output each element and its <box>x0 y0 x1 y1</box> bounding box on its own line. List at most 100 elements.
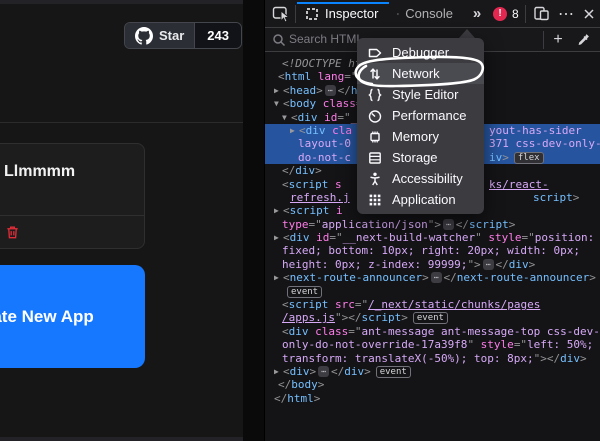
code-token: next-route-announcer <box>457 271 589 284</box>
code-token: < <box>299 124 306 137</box>
app-card[interactable]: Llmmmm <box>0 143 145 249</box>
create-new-app-button[interactable]: Create New App <box>0 265 145 368</box>
error-count-button[interactable]: ! 8 <box>493 0 519 27</box>
error-count-value: 8 <box>512 7 519 21</box>
error-badge-icon: ! <box>493 7 507 21</box>
menu-item-performance[interactable]: Performance <box>357 105 484 126</box>
code-token: div <box>509 258 529 271</box>
code-token: src <box>328 298 355 311</box>
code-token: </ <box>547 352 560 365</box>
delete-app-button[interactable] <box>3 223 21 241</box>
markup-line[interactable]: type="application/json">⋯</script> <box>265 218 600 231</box>
code-token: class <box>309 325 349 338</box>
badge: flex <box>514 152 544 164</box>
code-token: div <box>289 325 309 338</box>
markup-line[interactable]: event <box>265 285 600 298</box>
code-token: div <box>290 231 310 244</box>
menu-item-memory[interactable]: Memory <box>357 126 484 147</box>
tab-inspector[interactable]: Inspector <box>297 0 389 27</box>
responsive-design-mode-button[interactable] <box>529 0 553 27</box>
menu-item-accessibility[interactable]: Accessibility <box>357 168 484 189</box>
menu-item-label: Application <box>392 192 456 207</box>
pick-element-button[interactable] <box>269 0 293 27</box>
code-token: </ <box>496 258 509 271</box>
code-token: html <box>285 70 312 83</box>
code-token: > <box>310 365 317 378</box>
markup-line[interactable]: only-do-not-override-17a39f8" style="lef… <box>265 338 600 351</box>
twisty-icon[interactable]: ▼ <box>274 97 283 110</box>
markup-line[interactable]: fixed; bottom: 10px; right: 20px; width:… <box>265 244 600 257</box>
menu-item-style-editor[interactable]: Style Editor <box>357 84 484 105</box>
twisty-icon[interactable]: ▼ <box>282 111 291 124</box>
markup-line[interactable]: ▶<next-route-announcer>⋯</next-route-ann… <box>265 271 600 284</box>
code-token: > <box>502 151 509 164</box>
code-token: div <box>560 352 580 365</box>
code-token: height: 0px; z-index: 99999; <box>282 258 467 271</box>
markup-line[interactable]: transform: translateX(-50%); top: 8px;">… <box>265 352 600 365</box>
menu-item-application[interactable]: Application <box>357 189 484 210</box>
accessibility-icon <box>367 171 383 187</box>
more-tabs-button[interactable]: » <box>463 0 489 27</box>
badge: event <box>376 366 411 378</box>
pick-element-icon <box>272 5 291 23</box>
menu-item-label: Network <box>392 66 440 81</box>
debugger-icon <box>367 45 383 61</box>
code-token: < <box>283 97 290 110</box>
search-placeholder: Search HTML <box>289 32 363 46</box>
code-token: script <box>361 311 401 324</box>
code-token: =" <box>329 231 342 244</box>
markup-line[interactable]: ▶<div>⋯</div>event <box>265 365 600 378</box>
web-page: Star 243 Llmmmm Create New App <box>0 0 243 441</box>
code-token: </ <box>282 164 295 177</box>
twisty-icon[interactable]: ▶ <box>290 124 299 137</box>
style-editor-icon <box>367 87 383 103</box>
markup-line-fragment: ks/react- <box>489 178 549 191</box>
code-token: left: 50%; <box>527 338 593 351</box>
menu-item-debugger[interactable]: Debugger <box>357 42 484 63</box>
code-token: next-route-announcer <box>290 271 422 284</box>
code-token: script <box>290 204 330 217</box>
markup-line[interactable]: </body> <box>265 378 600 391</box>
code-token: transform: translateX(-50%); top: 8px; <box>282 352 534 365</box>
plus-icon: + <box>553 31 562 49</box>
code-token: "></ <box>335 311 362 324</box>
code-token: "> <box>534 352 547 365</box>
code-token: /_next/static/chunks/pages <box>368 298 540 311</box>
markup-line[interactable]: height: 0px; z-index: 99999;">⋯</div> <box>265 258 600 271</box>
page-bottom-strip <box>0 437 243 441</box>
menu-item-storage[interactable]: Storage <box>357 147 484 168</box>
markup-line[interactable]: <script src="/_next/static/chunks/pages <box>265 298 600 311</box>
twisty-icon[interactable]: ▶ <box>274 231 283 244</box>
menu-item-label: Style Editor <box>392 87 458 102</box>
close-icon <box>583 8 595 20</box>
github-star-count[interactable]: 243 <box>195 23 241 48</box>
badge: ⋯ <box>431 272 442 283</box>
eyedropper-button[interactable] <box>571 28 595 51</box>
twisty-icon[interactable]: ▶ <box>274 204 283 217</box>
markup-line[interactable]: <div class="ant-message ant-message-top … <box>265 325 600 338</box>
markup-line[interactable]: /apps.js"></script>event <box>265 311 600 324</box>
menu-item-network[interactable]: Network <box>357 63 484 84</box>
tab-console[interactable]: Console <box>389 0 461 27</box>
github-star-button[interactable]: Star 243 <box>124 22 242 49</box>
add-node-button[interactable]: + <box>547 28 569 51</box>
code-token: " <box>475 231 482 244</box>
code-token: div <box>295 164 315 177</box>
badge: ⋯ <box>483 259 494 270</box>
twisty-icon[interactable]: ▶ <box>274 84 283 97</box>
code-token: > <box>314 392 321 405</box>
twisty-icon[interactable]: ▶ <box>274 271 283 284</box>
code-token: =" <box>521 231 534 244</box>
code-token: < <box>283 271 290 284</box>
storage-icon <box>367 150 383 166</box>
github-logo-icon <box>135 27 153 45</box>
code-token: do-not-c <box>298 151 351 164</box>
chevron-double-right-icon: » <box>473 5 479 22</box>
code-token: refresh.j <box>290 191 350 204</box>
memory-icon <box>367 129 383 145</box>
markup-line[interactable]: ▶<div id="__next-build-watcher" style="p… <box>265 231 600 244</box>
meatball-menu-button[interactable]: ⋯ <box>555 0 577 27</box>
close-devtools-button[interactable] <box>578 0 600 27</box>
markup-line[interactable]: </html> <box>265 392 600 405</box>
twisty-icon[interactable]: ▶ <box>274 365 283 378</box>
